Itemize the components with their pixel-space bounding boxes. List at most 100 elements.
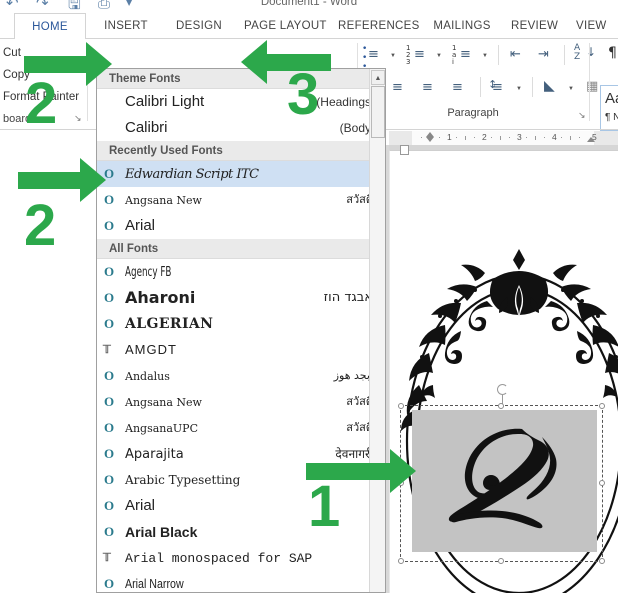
truetype-icon: 𝕋 — [103, 344, 111, 356]
tab-references[interactable]: REFERENCES — [330, 13, 420, 39]
font-item-name: Arial Narrow — [125, 576, 184, 591]
paragraph-group-label: Paragraph — [447, 107, 499, 119]
font-item-sample: אבגד הוז — [323, 290, 373, 305]
numbered-list-icon[interactable]: ≡ — [414, 48, 425, 61]
font-item-name: AMGDT — [125, 342, 177, 357]
rotate-handle-icon[interactable] — [497, 384, 508, 395]
font-item-algerian[interactable]: O ALGERIAN — [97, 311, 385, 337]
pilcrow-icon[interactable]: ¶ — [608, 46, 617, 60]
divider — [532, 77, 533, 97]
resize-handle-se[interactable] — [599, 558, 605, 564]
tab-design[interactable]: DESIGN — [163, 13, 235, 39]
resize-handle-n[interactable] — [498, 403, 504, 409]
font-item-name: Arial monospaced for SAP — [125, 551, 313, 566]
dropdown-section-header: Recently Used Fonts — [97, 141, 385, 161]
chevron-down-icon[interactable]: ▼ — [482, 53, 488, 59]
font-item-arial-narrow[interactable]: O Arial Narrow — [97, 571, 385, 592]
annotation-number-2a: 2 — [25, 71, 58, 136]
font-item-name: Aparajita — [125, 447, 184, 462]
chevron-down-icon[interactable]: ▼ — [516, 86, 522, 92]
font-item-sample: أبجد هوز — [333, 369, 373, 382]
resize-handle-sw[interactable] — [398, 558, 404, 564]
resize-handle-ne[interactable] — [599, 403, 605, 409]
window-title: Document1 - Word — [260, 0, 358, 8]
font-dropdown-list[interactable]: Theme Fonts Calibri Light (Headings) Cal… — [96, 68, 386, 593]
font-item-agency-fb[interactable]: O Agency FB — [97, 259, 385, 285]
font-item-name: Calibri Light — [125, 93, 205, 110]
resize-handle-nw[interactable] — [398, 403, 404, 409]
font-item-arial-monospaced-for-sap[interactable]: 𝕋 Arial monospaced for SAP — [97, 545, 385, 571]
font-item-name: ALGERIAN — [125, 316, 214, 332]
opentype-icon: O — [104, 576, 115, 591]
decrease-indent-icon[interactable]: ⇤ — [510, 48, 521, 61]
selected-picture[interactable] — [398, 384, 605, 564]
font-item-calibri[interactable]: Calibri (Body) — [97, 115, 385, 141]
font-item-name: Aharoni — [125, 288, 196, 307]
font-item-arial[interactable]: O Arial — [97, 493, 385, 519]
dropdown-scrollbar[interactable]: ▲ — [369, 69, 385, 592]
quick-access-toolbar[interactable]: ↶ ↷ 🖫 ⎙ ▼ Document1 - Word — [0, 0, 618, 13]
align-center-icon[interactable]: ≡ — [392, 81, 403, 94]
tab-home[interactable]: HOME — [14, 13, 86, 40]
font-item-andalus[interactable]: O Andalus أبجد هوز — [97, 363, 385, 389]
align-right-icon[interactable]: ≡ — [422, 81, 433, 94]
opentype-icon: O — [104, 524, 115, 539]
font-item-arial-black[interactable]: O Arial Black — [97, 519, 385, 545]
style-sample-normal: ¶ N — [605, 112, 618, 123]
font-item-angsana-new[interactable]: O Angsana New สวัสดี — [97, 389, 385, 415]
group-divider — [589, 43, 590, 121]
tab-mailings[interactable]: MAILINGS — [424, 13, 500, 39]
truetype-icon: 𝕋 — [103, 552, 111, 564]
ruler-number: 2 — [482, 132, 487, 142]
scroll-up-arrow-icon[interactable]: ▲ — [371, 70, 385, 85]
font-item-name: AngsanaUPC — [125, 422, 199, 435]
opentype-icon: O — [104, 498, 115, 513]
line-spacing-arrow-icon: ↕ — [488, 78, 498, 91]
font-item-calibri-light[interactable]: Calibri Light (Headings) — [97, 89, 385, 115]
font-item-amgdt[interactable]: 𝕋 AMGDT — [97, 337, 385, 363]
font-item-name: Andalus — [125, 370, 170, 383]
left-indent-box-marker[interactable] — [400, 145, 409, 155]
chevron-down-icon[interactable]: ▼ — [390, 53, 396, 59]
paragraph-dialog-launcher[interactable]: ↘ — [578, 110, 586, 121]
font-item-name: Arial Black — [125, 524, 198, 540]
font-item-edwardian-script-itc[interactable]: O Edwardian Script ITC — [97, 161, 385, 187]
resize-handle-s[interactable] — [498, 558, 504, 564]
increase-indent-icon[interactable]: ⇥ — [538, 48, 549, 61]
font-item-angsana-new-recent[interactable]: O Angsana New สวัสดี — [97, 187, 385, 213]
tab-view[interactable]: VIEW — [568, 13, 612, 39]
divider — [498, 45, 499, 65]
font-item-name: Arial — [125, 497, 156, 514]
opentype-icon: O — [104, 290, 115, 305]
multilevel-list-icon[interactable]: ≡ — [460, 48, 471, 61]
clipboard-dialog-launcher[interactable]: ↘ — [74, 113, 84, 123]
shading-icon[interactable]: ◣ — [544, 79, 555, 93]
right-indent-marker[interactable] — [587, 137, 595, 142]
sort-az-icon[interactable]: AZ — [574, 44, 580, 62]
bullet-list-icon[interactable]: ≡ — [368, 48, 379, 61]
font-item-aharoni[interactable]: O Aharoni אבגד הוז — [97, 285, 385, 311]
scrollbar-thumb[interactable] — [371, 86, 385, 138]
borders-icon[interactable]: ▦ — [586, 80, 598, 93]
sort-arrow-icon: ↓ — [586, 45, 597, 59]
font-item-name: Angsana New — [125, 194, 202, 207]
styles-gallery-item[interactable]: Aa ¶ N — [600, 85, 618, 131]
picture-letter-glyph — [412, 410, 597, 552]
resize-handle-e[interactable] — [599, 480, 605, 486]
chevron-down-icon[interactable]: ▼ — [436, 53, 442, 59]
annotation-number-2b: 2 — [24, 193, 57, 258]
opentype-icon: O — [104, 368, 115, 383]
horizontal-ruler[interactable]: 1 2 3 4 5 — [389, 131, 618, 145]
font-item-arial-recent[interactable]: O Arial — [97, 213, 385, 239]
font-item-angsanaupc[interactable]: O AngsanaUPC สวัสดี — [97, 415, 385, 441]
opentype-icon: O — [104, 218, 115, 233]
justify-icon[interactable]: ≡ — [452, 81, 463, 94]
tab-insert[interactable]: INSERT — [90, 13, 162, 39]
chevron-down-icon[interactable]: ▼ — [568, 86, 574, 92]
tab-page-layout[interactable]: PAGE LAYOUT — [236, 13, 328, 39]
cut-button[interactable]: Cut — [3, 47, 21, 59]
hanging-indent-marker[interactable] — [426, 137, 434, 142]
opentype-icon: O — [104, 420, 115, 435]
ribbon-tab-strip: HOME INSERT DESIGN PAGE LAYOUT REFERENCE… — [0, 13, 618, 40]
tab-review[interactable]: REVIEW — [503, 13, 565, 39]
